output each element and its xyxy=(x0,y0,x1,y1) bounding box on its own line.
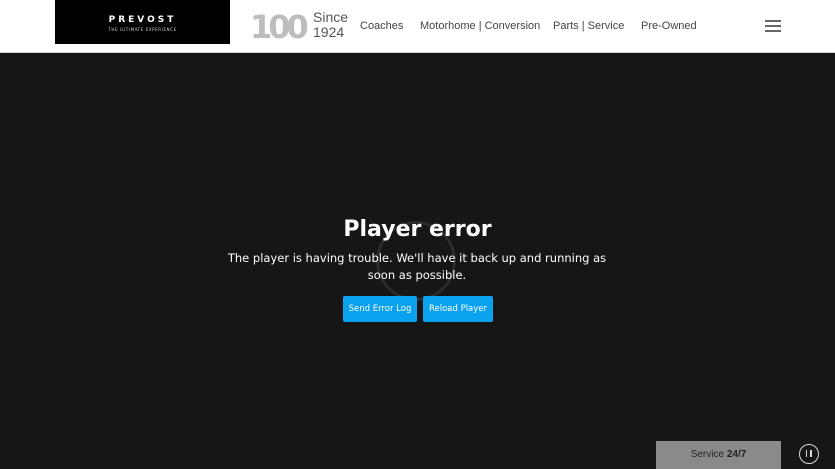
reload-player-button[interactable]: Reload Player xyxy=(423,296,493,322)
player-error-message: The player is having trouble. We'll have… xyxy=(227,251,607,282)
anniversary-since-label: Since xyxy=(313,9,349,25)
player-error-title: Player error xyxy=(343,217,492,242)
video-player[interactable]: Player error The player is having troubl… xyxy=(0,53,835,469)
nav-motorhome-conversion[interactable]: Motorhome | Conversion xyxy=(420,20,540,33)
send-error-log-button[interactable]: Send Error Log xyxy=(343,296,417,322)
logo-wordmark: PREVOST xyxy=(108,15,177,25)
nav-pre-owned[interactable]: Pre-Owned xyxy=(641,20,697,33)
service-hours: 24/7 xyxy=(726,449,747,460)
prevost-logo[interactable]: PREVOST THE ULTIMATE EXPERIENCE xyxy=(55,0,230,44)
anniversary-100-logo: 100 xyxy=(250,10,310,42)
hamburger-menu-icon[interactable] xyxy=(765,20,781,32)
nav-coaches[interactable]: Coaches xyxy=(360,20,403,33)
anniversary-since: Since 1924 xyxy=(313,10,353,40)
service-24-7-button[interactable]: Service 24/7 xyxy=(656,441,781,469)
logo-tagline: THE ULTIMATE EXPERIENCE xyxy=(108,27,177,32)
pause-icon[interactable] xyxy=(799,444,819,464)
site-header: PREVOST THE ULTIMATE EXPERIENCE 100 Sinc… xyxy=(0,0,835,53)
anniversary-year: 1924 xyxy=(313,24,345,40)
service-label: Service xyxy=(690,449,725,460)
anniversary-number: 100 xyxy=(250,10,308,42)
nav-parts-service[interactable]: Parts | Service xyxy=(553,20,624,33)
